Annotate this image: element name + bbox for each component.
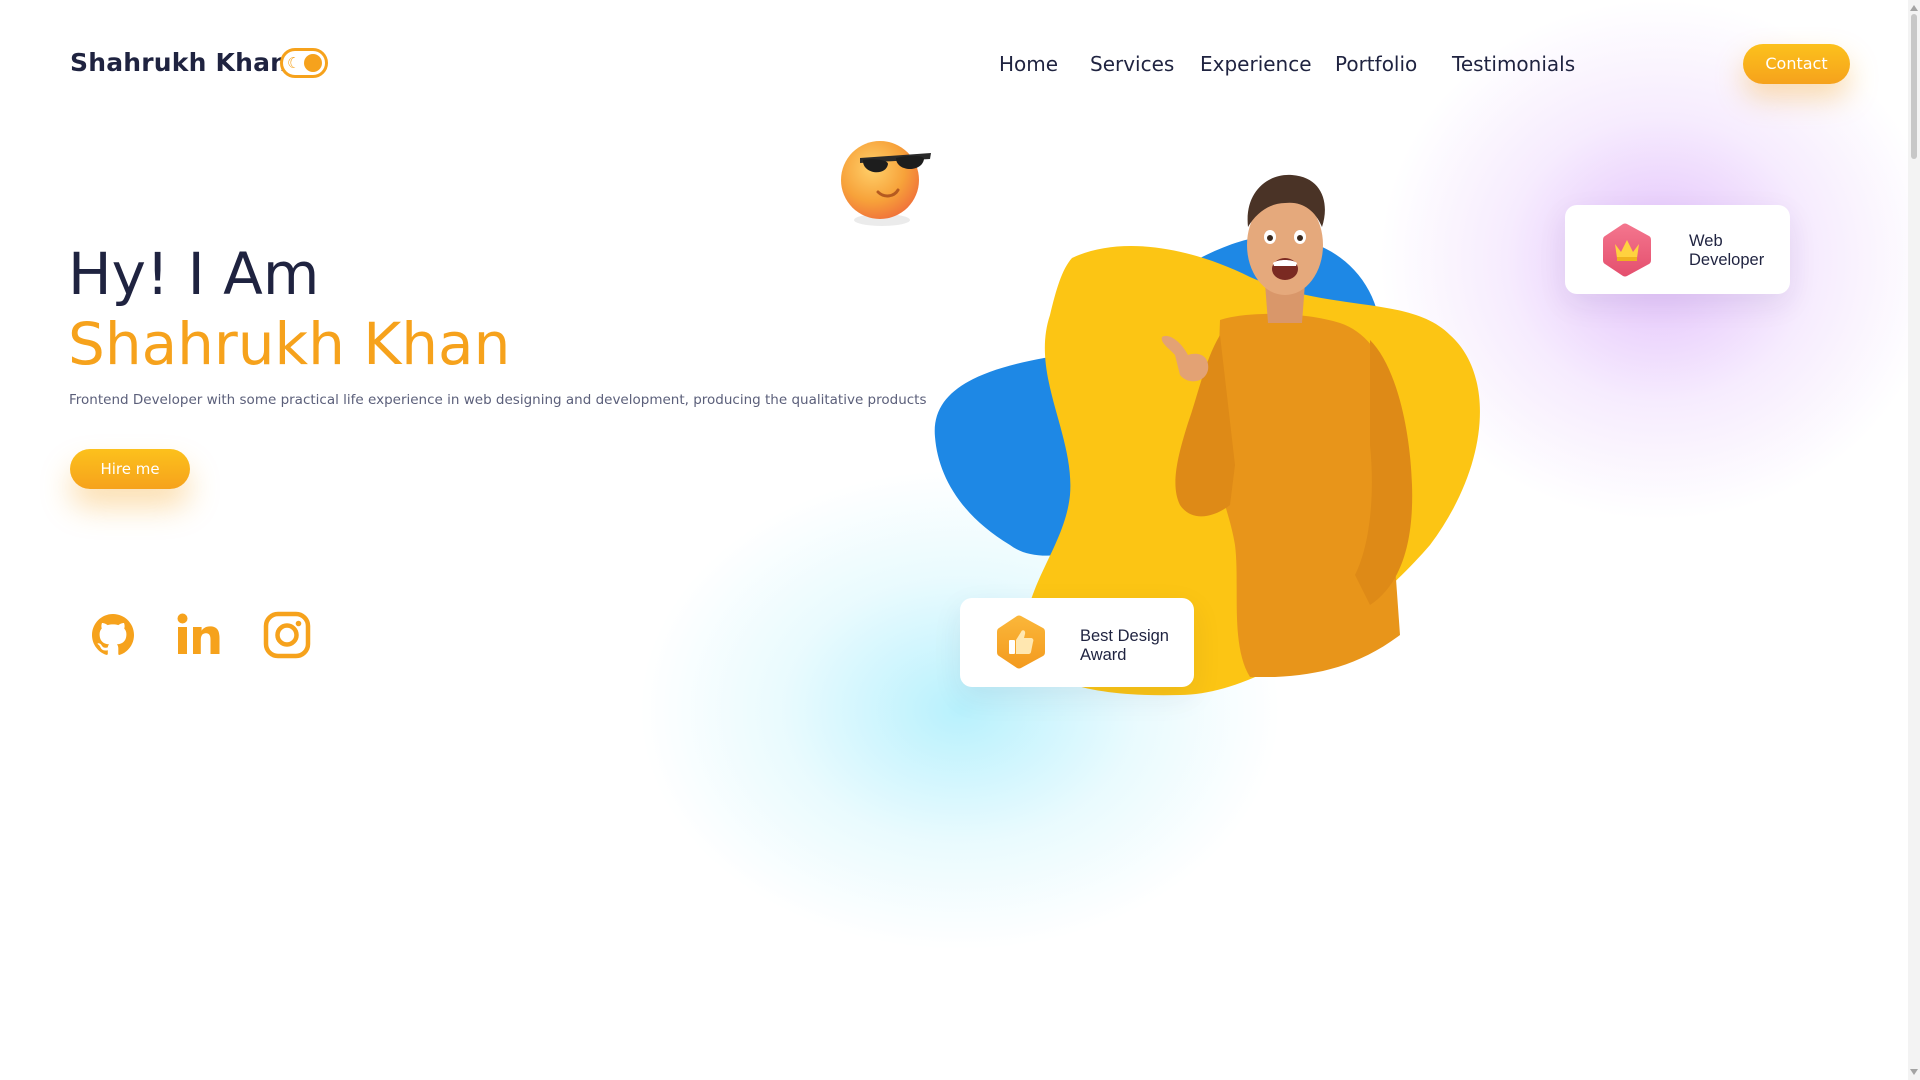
nav-portfolio[interactable]: Portfolio [1335, 52, 1417, 76]
hero-name: Shahrukh Khan [68, 310, 511, 378]
instagram-icon[interactable] [262, 610, 312, 660]
web-badge-line2: Developer [1689, 251, 1765, 269]
portfolio-page: Shahrukh Khan ☾ Home Services Experience… [0, 0, 1920, 1080]
sunglasses-emoji-icon [838, 136, 933, 231]
linkedin-icon[interactable] [175, 610, 225, 660]
scroll-up-arrow-icon[interactable] [1910, 5, 1918, 11]
scroll-down-arrow-icon[interactable] [1910, 1069, 1918, 1075]
scrollbar-thumb[interactable] [1911, 14, 1917, 159]
contact-button[interactable]: Contact [1743, 44, 1850, 84]
hero-tagline: Frontend Developer with some practical l… [69, 392, 927, 408]
web-badge-line1: Web [1689, 232, 1723, 250]
award-badge-line1: Best Design [1080, 627, 1169, 645]
nav-home[interactable]: Home [999, 52, 1058, 76]
award-badge-line2: Award [1080, 646, 1127, 664]
main-nav: Home Services Experience Portfolio Testi… [0, 52, 1920, 82]
nav-experience[interactable]: Experience [1200, 52, 1312, 76]
nav-services[interactable]: Services [1090, 52, 1174, 76]
nav-testimonials[interactable]: Testimonials [1452, 52, 1575, 76]
web-developer-badge: Web Developer [1565, 205, 1790, 294]
best-design-award-badge: Best Design Award [960, 598, 1194, 687]
github-icon[interactable] [88, 610, 138, 660]
crown-icon [1601, 222, 1653, 282]
page-scrollbar[interactable] [1908, 0, 1920, 1080]
hire-me-button[interactable]: Hire me [70, 449, 190, 489]
thumbs-up-icon [995, 614, 1047, 674]
hero-greeting: Hy! I Am [68, 240, 320, 308]
